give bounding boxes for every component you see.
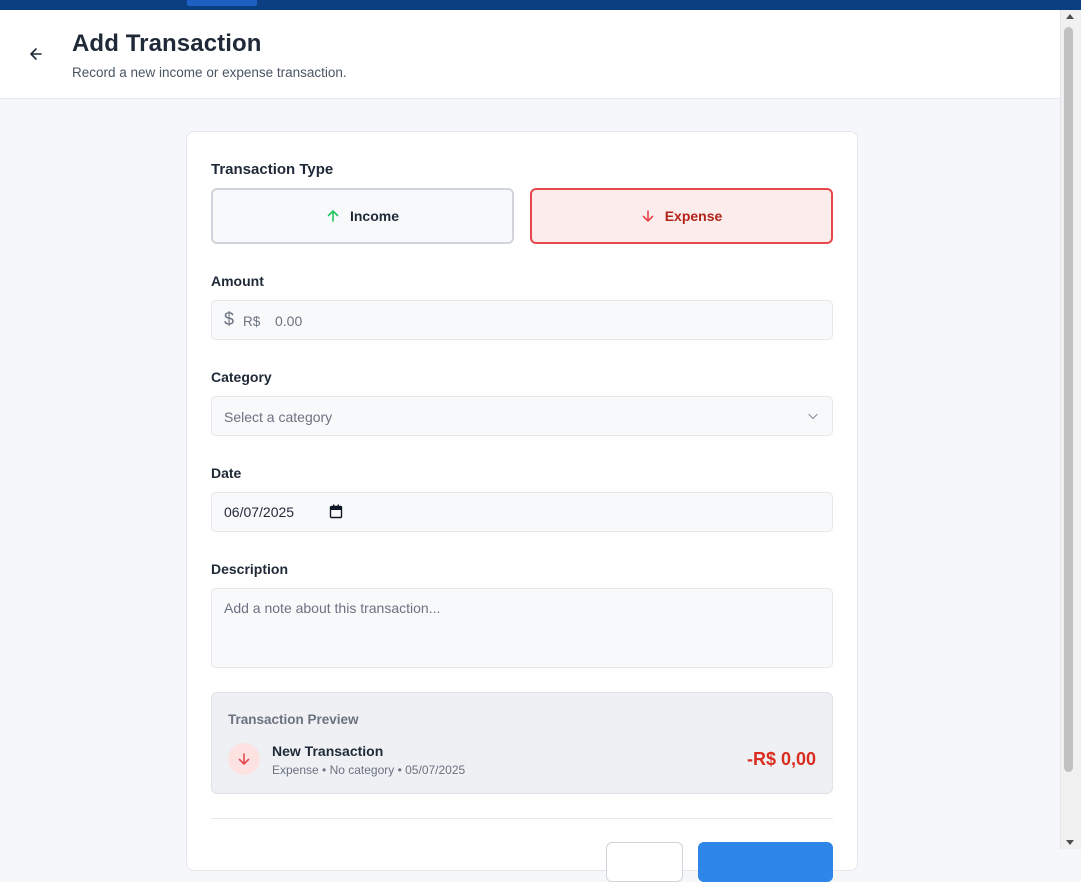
form-divider xyxy=(211,818,833,819)
dollar-icon: $ xyxy=(224,309,235,329)
preview-arrow-down-icon xyxy=(228,743,260,775)
active-tab-indicator[interactable] xyxy=(187,0,257,6)
description-textarea[interactable]: Add a note about this transaction... xyxy=(211,588,833,668)
preview-title: Transaction Preview xyxy=(228,712,359,727)
page-title: Add Transaction xyxy=(72,30,262,57)
scrollbar-thumb[interactable] xyxy=(1064,27,1073,772)
category-placeholder: Select a category xyxy=(224,409,333,425)
date-input[interactable]: 06/07/2025 xyxy=(211,492,833,532)
income-type-label: Income xyxy=(349,208,399,224)
page-subtitle: Record a new income or expense transacti… xyxy=(72,65,347,80)
scroll-down-icon[interactable] xyxy=(1066,840,1074,845)
page-scrollbar[interactable] xyxy=(1060,10,1081,849)
description-placeholder: Add a note about this transaction... xyxy=(224,600,441,616)
scroll-up-icon[interactable] xyxy=(1066,14,1074,19)
description-label: Description xyxy=(211,561,289,577)
category-select[interactable]: Select a category xyxy=(211,396,833,436)
cancel-button[interactable] xyxy=(606,842,683,882)
expense-type-button[interactable]: Expense xyxy=(530,188,833,244)
arrow-left-icon xyxy=(30,48,42,60)
arrow-up-icon xyxy=(326,209,340,223)
expense-type-label: Expense xyxy=(664,208,723,224)
amount-placeholder: 0.00 xyxy=(275,313,303,329)
back-button[interactable] xyxy=(24,42,48,66)
date-value: 06/07/2025 xyxy=(224,504,295,520)
page-header: Add Transaction Record a new income or e… xyxy=(0,10,1060,99)
transaction-type-label: Transaction Type xyxy=(211,161,334,178)
chevron-down-icon xyxy=(806,409,820,426)
preview-amount: -R$ 0,00 xyxy=(746,749,816,769)
amount-input[interactable]: $ R$ 0.00 xyxy=(211,300,833,340)
transaction-form-card: Transaction Type Income Expense Amount $… xyxy=(186,131,858,882)
category-label: Category xyxy=(211,369,272,385)
top-nav-bar xyxy=(0,0,1081,10)
income-type-button[interactable]: Income xyxy=(211,188,514,244)
save-transaction-button[interactable] xyxy=(698,842,833,882)
calendar-icon[interactable] xyxy=(329,504,343,522)
preview-meta: Expense • No category • 05/07/2025 xyxy=(272,763,466,777)
date-label: Date xyxy=(211,465,242,481)
currency-prefix: R$ xyxy=(243,314,261,329)
arrow-down-icon xyxy=(641,209,655,223)
amount-label: Amount xyxy=(211,273,264,289)
preview-name: New Transaction xyxy=(272,743,384,759)
transaction-preview: Transaction Preview New Transaction Expe… xyxy=(211,692,833,794)
